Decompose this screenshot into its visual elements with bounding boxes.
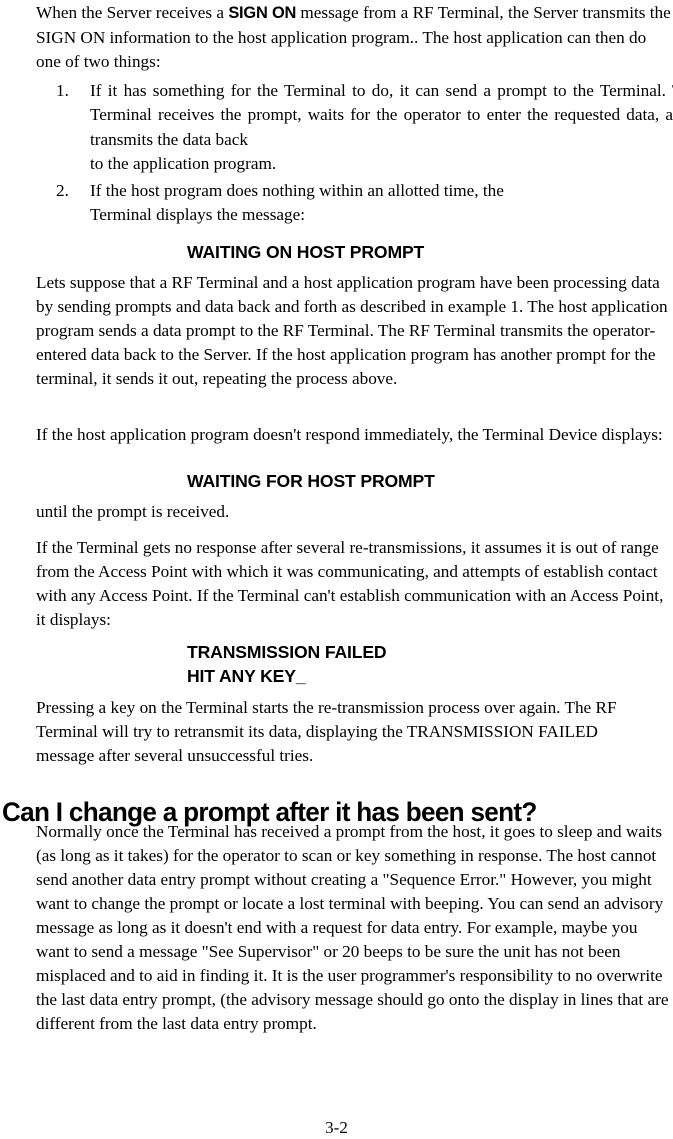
terminal-message-waiting-for-host: WAITING FOR HOST PROMPT xyxy=(187,471,435,491)
numbered-list: 1. If it has something for the Terminal t… xyxy=(36,79,673,229)
list-item-text: If the host program does nothing within … xyxy=(90,180,504,200)
terminal-message-hit-any-key: HIT ANY KEY_ xyxy=(187,666,306,686)
terminal-message-transmission-failed: TRANSMISSION FAILED xyxy=(187,642,387,662)
list-item-last-line: to the application program. xyxy=(90,154,277,174)
paragraph-no-response: If the host application program doesn't … xyxy=(36,425,663,444)
terminal-message-waiting-on-host: WAITING ON HOST PROMPT xyxy=(187,242,425,262)
sign-on-emphasis: SIGN ON xyxy=(228,4,297,22)
list-item: 1. If it has something for the Terminal t… xyxy=(36,79,673,177)
list-item-last-line: Terminal displays the message: xyxy=(90,205,306,225)
list-item: 2. If the host program does nothing withi… xyxy=(36,179,673,228)
list-item-number: 2. xyxy=(56,180,69,200)
paragraph-pressing-key: Pressing a key on the Terminal starts th… xyxy=(36,698,617,765)
paragraph-change-prompt-body: Normally once the Terminal has received … xyxy=(36,822,669,1033)
list-item-number: 1. xyxy=(56,81,69,100)
paragraph-out-of-range: If the Terminal gets no response after s… xyxy=(36,538,664,629)
intro-paragraph: When the Server receives a SIGN ON messa… xyxy=(36,1,672,75)
list-item-text: If it has something for the Terminal to … xyxy=(90,81,673,149)
page-number: 3-2 xyxy=(325,1118,348,1137)
paragraph-until-received: until the prompt is received. xyxy=(36,502,230,521)
intro-text-part1: When the Server receives a xyxy=(36,3,229,22)
paragraph-example-flow: Lets suppose that a RF Terminal and a ho… xyxy=(36,273,668,388)
document-page: When the Server receives a SIGN ON messa… xyxy=(0,0,673,1139)
